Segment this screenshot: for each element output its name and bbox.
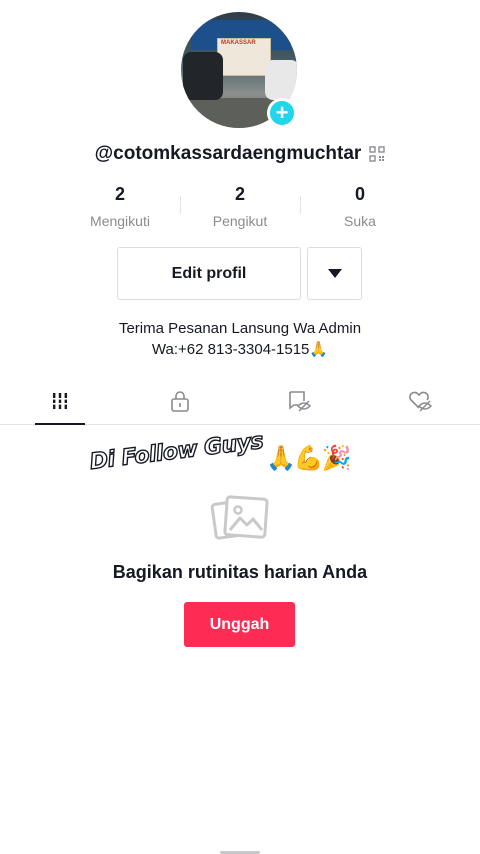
profile-tabs (0, 378, 480, 425)
tab-private[interactable] (120, 378, 240, 424)
bio-line-2: Wa:+62 813-3304-1515🙏 (151, 341, 329, 358)
avatar-banner-text: MAKASSAR (221, 40, 256, 46)
avatar-container[interactable]: MAKASSAR + (181, 12, 297, 128)
profile-stats: 2 Mengikuti 2 Pengikut 0 Suka (60, 183, 420, 233)
avatar-photo-car-white (265, 60, 297, 100)
grid-icon (52, 393, 68, 409)
tab-liked[interactable] (360, 378, 480, 424)
avatar-photo-car (183, 52, 223, 100)
stat-likes-count: 0 (354, 184, 365, 204)
sticker-text: Di Follow Guys (88, 428, 265, 475)
stat-followers[interactable]: 2 Pengikut (180, 183, 300, 233)
add-avatar-button[interactable]: + (267, 98, 297, 128)
username-row: @cotomkassardaengmuchtar (0, 140, 480, 168)
empty-state-title: Bagikan rutinitas harian Anda (112, 562, 368, 582)
stat-following-label: Mengikuti (90, 213, 150, 229)
bio-line-1: Terima Pesanan Lansung Wa Admin (118, 320, 362, 337)
username: @cotomkassardaengmuchtar (94, 143, 362, 164)
sticker-emoji: 🙏💪🎉 (266, 445, 352, 472)
stat-likes[interactable]: 0 Suka (300, 183, 420, 233)
stat-following[interactable]: 2 Mengikuti (60, 183, 180, 233)
plus-icon: + (275, 100, 289, 125)
edit-profile-button[interactable]: Edit profil (117, 247, 301, 300)
bio: Terima Pesanan Lansung Wa Admin Wa:+62 8… (0, 318, 480, 360)
tab-videos[interactable] (0, 378, 120, 425)
stat-likes-label: Suka (344, 213, 376, 229)
more-options-button[interactable] (307, 247, 362, 300)
stat-followers-count: 2 (234, 184, 245, 204)
liked-hidden-icon (409, 391, 433, 412)
upload-button[interactable]: Unggah (184, 602, 295, 647)
stat-following-count: 2 (114, 184, 125, 204)
follow-sticker: Di Follow Guys 🙏💪🎉 (88, 428, 380, 496)
lock-icon (171, 391, 189, 412)
tagged-hidden-icon (289, 391, 312, 412)
qr-code-icon[interactable] (369, 146, 386, 162)
dropdown-arrow-icon (327, 269, 342, 278)
stat-followers-label: Pengikut (212, 213, 268, 229)
tab-tagged[interactable] (240, 378, 360, 424)
image-icon (210, 495, 269, 540)
